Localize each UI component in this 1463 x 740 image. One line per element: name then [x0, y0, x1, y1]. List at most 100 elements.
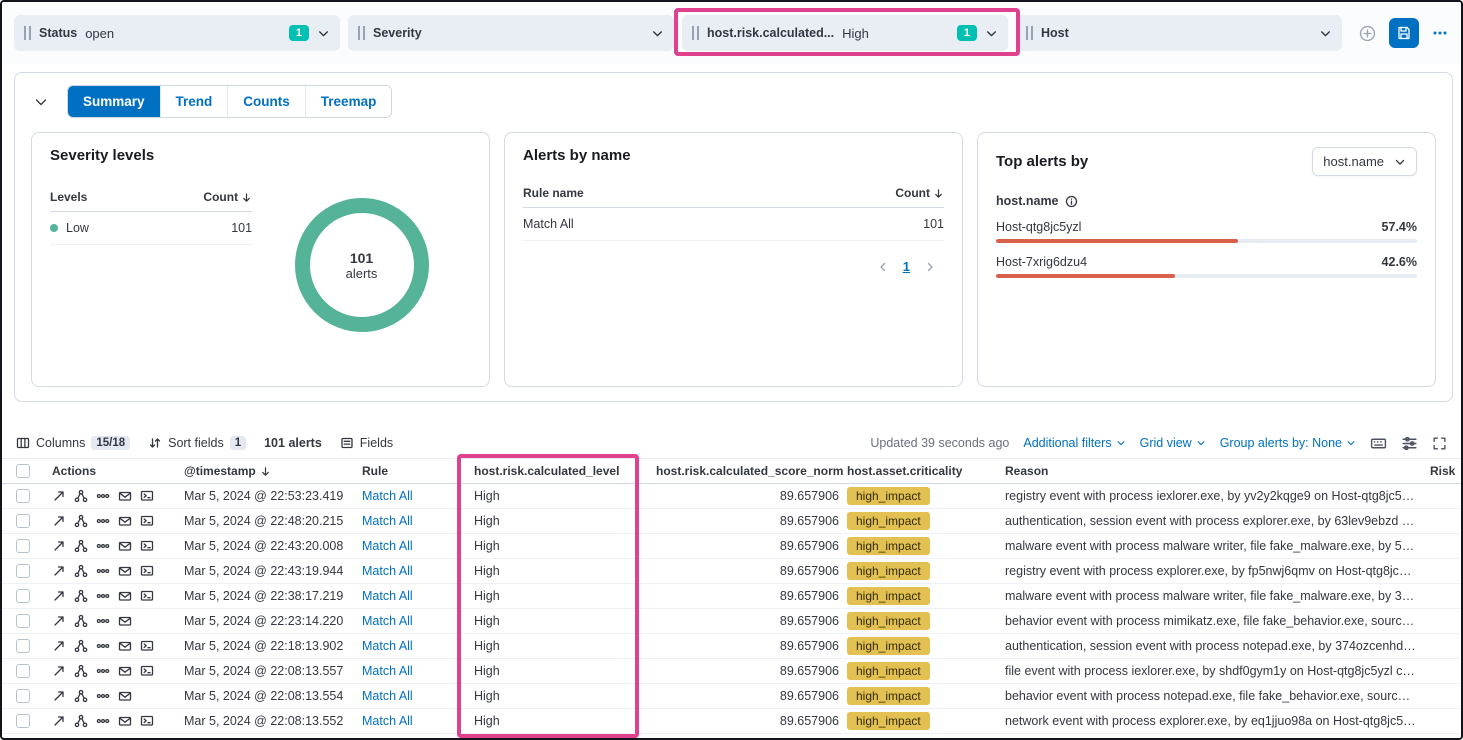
- expand-alert-icon[interactable]: [52, 564, 66, 578]
- fields-button[interactable]: Fields: [340, 436, 393, 450]
- session-view-icon[interactable]: [140, 489, 154, 503]
- row-checkbox[interactable]: [16, 564, 30, 578]
- drag-handle-icon[interactable]: [692, 26, 699, 40]
- chevron-down-icon[interactable]: [985, 27, 998, 40]
- save-query-button[interactable]: [1389, 18, 1419, 48]
- row-checkbox[interactable]: [16, 639, 30, 653]
- header-risk-level[interactable]: host.risk.calculated_level: [462, 464, 642, 478]
- drag-handle-icon[interactable]: [1026, 26, 1033, 40]
- next-page-icon[interactable]: [924, 261, 936, 273]
- more-actions-icon[interactable]: [96, 514, 110, 528]
- row-checkbox[interactable]: [16, 489, 30, 503]
- analyze-event-icon[interactable]: [74, 689, 88, 703]
- additional-filters-button[interactable]: Additional filters: [1023, 436, 1125, 450]
- header-criticality[interactable]: host.asset.criticality: [847, 464, 997, 478]
- rule-link[interactable]: Match All: [362, 689, 413, 703]
- timeline-icon[interactable]: [118, 489, 132, 503]
- grid-view-button[interactable]: Grid view: [1140, 436, 1206, 450]
- rule-link[interactable]: Match All: [362, 564, 413, 578]
- more-actions-icon[interactable]: [96, 714, 110, 728]
- more-actions-icon[interactable]: [96, 564, 110, 578]
- chevron-down-icon[interactable]: [651, 27, 664, 40]
- page-number[interactable]: 1: [903, 259, 910, 274]
- analyze-event-icon[interactable]: [74, 614, 88, 628]
- header-risk-score[interactable]: host.risk.calculated_score_norm: [642, 464, 847, 478]
- expand-alert-icon[interactable]: [52, 514, 66, 528]
- column-header-count[interactable]: Count: [203, 190, 252, 204]
- analyze-event-icon[interactable]: [74, 639, 88, 653]
- query-menu-button[interactable]: [1431, 24, 1449, 42]
- session-view-icon[interactable]: [140, 714, 154, 728]
- more-actions-icon[interactable]: [96, 614, 110, 628]
- summary-view-tab[interactable]: Summary: [68, 86, 161, 117]
- session-view-icon[interactable]: [140, 639, 154, 653]
- row-checkbox[interactable]: [16, 614, 30, 628]
- timeline-icon[interactable]: [118, 514, 132, 528]
- rule-link[interactable]: Match All: [362, 539, 413, 553]
- more-actions-icon[interactable]: [96, 539, 110, 553]
- keyboard-shortcuts-icon[interactable]: [1370, 435, 1387, 452]
- session-view-icon[interactable]: [140, 564, 154, 578]
- group-alerts-button[interactable]: Group alerts by: None: [1220, 436, 1356, 450]
- expand-alert-icon[interactable]: [52, 589, 66, 603]
- rule-link[interactable]: Match All: [362, 639, 413, 653]
- filter-pill[interactable]: host.risk.calculated... High 1: [682, 15, 1008, 51]
- previous-page-icon[interactable]: [877, 261, 889, 273]
- more-actions-icon[interactable]: [96, 689, 110, 703]
- analyze-event-icon[interactable]: [74, 539, 88, 553]
- expand-alert-icon[interactable]: [52, 664, 66, 678]
- row-checkbox[interactable]: [16, 664, 30, 678]
- header-rule[interactable]: Rule: [362, 464, 462, 478]
- filter-pill[interactable]: Severity: [348, 15, 674, 51]
- more-actions-icon[interactable]: [96, 489, 110, 503]
- analyze-event-icon[interactable]: [74, 589, 88, 603]
- timeline-icon[interactable]: [118, 614, 132, 628]
- timeline-icon[interactable]: [118, 639, 132, 653]
- drag-handle-icon[interactable]: [24, 26, 31, 40]
- column-header-count[interactable]: Count: [895, 186, 944, 200]
- row-checkbox[interactable]: [16, 514, 30, 528]
- rule-link[interactable]: Match All: [362, 489, 413, 503]
- more-actions-icon[interactable]: [96, 589, 110, 603]
- top-alerts-field-select[interactable]: host.name: [1312, 147, 1417, 176]
- info-icon[interactable]: [1065, 195, 1078, 208]
- display-settings-icon[interactable]: [1401, 435, 1418, 452]
- header-reason[interactable]: Reason: [997, 464, 1416, 478]
- analyze-event-icon[interactable]: [74, 664, 88, 678]
- rule-link[interactable]: Match All: [362, 614, 413, 628]
- row-checkbox[interactable]: [16, 714, 30, 728]
- session-view-icon[interactable]: [140, 589, 154, 603]
- timeline-icon[interactable]: [118, 539, 132, 553]
- expand-alert-icon[interactable]: [52, 639, 66, 653]
- row-checkbox[interactable]: [16, 539, 30, 553]
- rule-link[interactable]: Match All: [362, 664, 413, 678]
- session-view-icon[interactable]: [140, 664, 154, 678]
- filter-pill[interactable]: Host: [1016, 15, 1342, 51]
- timeline-icon[interactable]: [118, 689, 132, 703]
- rule-link[interactable]: Match All: [362, 714, 413, 728]
- columns-button[interactable]: Columns 15/18: [16, 436, 130, 450]
- rule-link[interactable]: Match All: [362, 589, 413, 603]
- expand-alert-icon[interactable]: [52, 539, 66, 553]
- add-filter-button[interactable]: [1358, 24, 1377, 43]
- more-actions-icon[interactable]: [96, 664, 110, 678]
- more-actions-icon[interactable]: [96, 639, 110, 653]
- expand-alert-icon[interactable]: [52, 489, 66, 503]
- chevron-down-icon[interactable]: [1319, 27, 1332, 40]
- analyze-event-icon[interactable]: [74, 514, 88, 528]
- fullscreen-icon[interactable]: [1432, 436, 1447, 451]
- timeline-icon[interactable]: [118, 714, 132, 728]
- row-checkbox[interactable]: [16, 689, 30, 703]
- expand-alert-icon[interactable]: [52, 614, 66, 628]
- summary-view-tab[interactable]: Trend: [161, 86, 229, 117]
- analyze-event-icon[interactable]: [74, 489, 88, 503]
- collapse-panel-button[interactable]: [31, 92, 51, 112]
- filter-pill[interactable]: Status open 1: [14, 15, 340, 51]
- rule-link[interactable]: Match All: [362, 514, 413, 528]
- expand-alert-icon[interactable]: [52, 689, 66, 703]
- timeline-icon[interactable]: [118, 589, 132, 603]
- analyze-event-icon[interactable]: [74, 714, 88, 728]
- drag-handle-icon[interactable]: [358, 26, 365, 40]
- header-risk[interactable]: Risk: [1416, 464, 1463, 478]
- row-checkbox[interactable]: [16, 589, 30, 603]
